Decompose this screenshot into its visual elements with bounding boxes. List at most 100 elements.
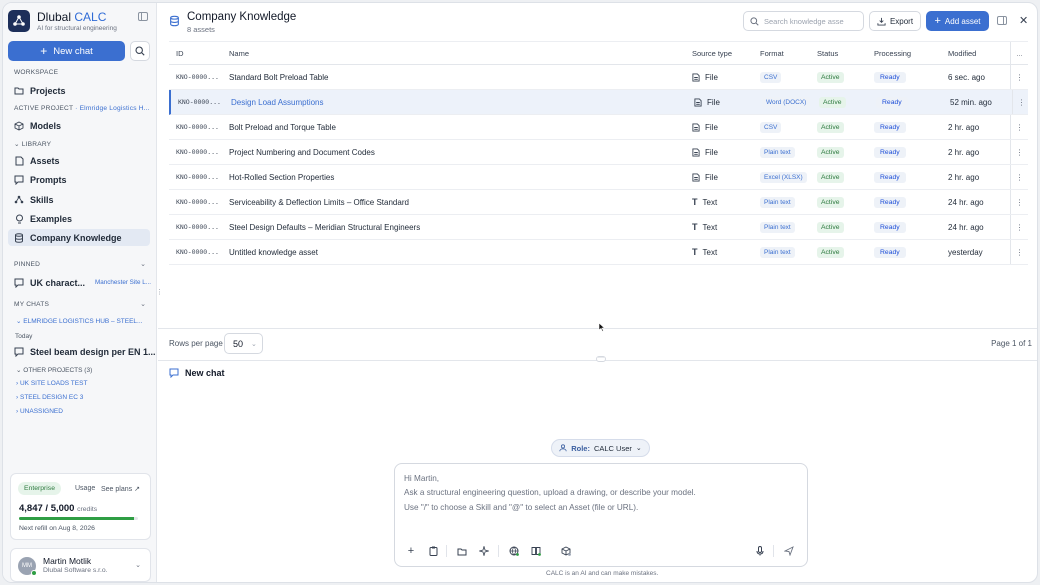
- modified-time: 2 hr. ago: [948, 172, 980, 182]
- col-name[interactable]: Name: [229, 42, 249, 64]
- table-row[interactable]: KNO-0000... Steel Design Defaults – Merid…: [169, 215, 1028, 240]
- chevron-down-icon[interactable]: ⌄: [140, 260, 146, 268]
- row-actions-button[interactable]: ⋮: [1012, 90, 1030, 114]
- more-vertical-icon: ⋮: [1017, 97, 1026, 107]
- table-row[interactable]: KNO-0000... Standard Bolt Preload Table Fi…: [169, 65, 1028, 90]
- more-vertical-icon: ⋮: [1015, 197, 1024, 207]
- split-resize-handle[interactable]: ···: [596, 355, 606, 362]
- app-brand: Dlubal CALC: [37, 10, 107, 24]
- chevron-down-icon: ⌄: [135, 562, 141, 569]
- row-actions-button[interactable]: ⋮: [1010, 165, 1028, 189]
- rows-per-page-label: Rows per page: [169, 339, 223, 348]
- more-vertical-icon: ⋮: [1015, 72, 1024, 82]
- clipboard-button[interactable]: [425, 543, 441, 559]
- usage-link[interactable]: Usage: [75, 485, 95, 492]
- asset-name[interactable]: Bolt Preload and Torque Table: [229, 115, 336, 139]
- current-project-group[interactable]: ⌄ ELMRIDGE LOGISTICS HUB – STEEL...: [16, 317, 142, 325]
- table-row[interactable]: KNO-0000... Hot-Rolled Section Properties…: [169, 165, 1028, 190]
- source-type: File: [692, 115, 718, 139]
- row-actions-button[interactable]: ⋮: [1010, 190, 1028, 214]
- voice-input-button[interactable]: [752, 543, 768, 559]
- role-selector[interactable]: Role: CALC User ⌄: [551, 439, 650, 457]
- asset-name[interactable]: Hot-Rolled Section Properties: [229, 165, 334, 189]
- user-menu[interactable]: MM Martin Motlik Dlubal Software s.r.o. …: [10, 548, 151, 582]
- processing-badge: Ready: [874, 215, 906, 239]
- other-projects-group[interactable]: ⌄ OTHER PROJECTS (3): [16, 366, 92, 374]
- sidebar-item-projects[interactable]: Projects: [8, 82, 150, 99]
- col-actions[interactable]: ...: [1010, 42, 1028, 64]
- asset-name[interactable]: Serviceability & Deflection Limits – Off…: [229, 190, 409, 214]
- rows-per-page-select[interactable]: 50 ⌄: [224, 333, 263, 354]
- skills-button[interactable]: [476, 543, 492, 559]
- lightbulb-icon: [14, 214, 24, 224]
- format-badge: Plain text: [760, 190, 795, 214]
- sidebar-item-skills[interactable]: Skills: [8, 191, 150, 208]
- export-button[interactable]: Export: [869, 11, 921, 31]
- col-id[interactable]: ID: [176, 42, 184, 64]
- knowledge-toggle[interactable]: [528, 543, 544, 559]
- col-modified[interactable]: Modified: [948, 42, 976, 64]
- open-folder-button[interactable]: [454, 543, 470, 559]
- col-status[interactable]: Status: [817, 42, 838, 64]
- cube-icon: [561, 546, 571, 556]
- row-actions-button[interactable]: ⋮: [1010, 65, 1028, 89]
- add-attachment-button[interactable]: +: [403, 543, 419, 559]
- search-input[interactable]: [764, 16, 859, 26]
- app-logo[interactable]: [8, 10, 30, 32]
- asset-name[interactable]: Untitled knowledge asset: [229, 240, 318, 264]
- project-item-steel-design[interactable]: › STEEL DESIGN EC 3: [16, 394, 83, 401]
- sidebar-search-button[interactable]: [130, 41, 150, 61]
- text-type-icon: T: [692, 222, 698, 232]
- sidebar-item-models[interactable]: Models: [8, 117, 150, 134]
- knowledge-search[interactable]: [743, 11, 864, 31]
- see-plans-link[interactable]: See plans ↗: [101, 485, 140, 493]
- collapse-sidebar-icon[interactable]: [138, 12, 148, 21]
- project-item-uk-site-loads[interactable]: › UK SITE LOADS TEST: [16, 380, 87, 387]
- close-icon[interactable]: ✕: [1019, 14, 1028, 27]
- asset-id: KNO-0000...: [176, 248, 219, 256]
- table-row[interactable]: KNO-0000... Design Load Assumptions File Wo…: [169, 90, 1028, 115]
- sidebar-item-assets[interactable]: Assets: [8, 152, 150, 169]
- table-row[interactable]: KNO-0000... Serviceability & Deflection L…: [169, 190, 1028, 215]
- active-project-label: ACTIVE PROJECT · Elmridge Logistics H...: [14, 105, 150, 112]
- sidebar-item-prompts[interactable]: Prompts: [8, 171, 150, 188]
- credits-count: 4,847 / 5,000 credits: [19, 503, 98, 514]
- table-row[interactable]: KNO-0000... Project Numbering and Documen…: [169, 140, 1028, 165]
- toggle-panel-icon[interactable]: [997, 16, 1007, 25]
- new-chat-button[interactable]: + New chat: [8, 41, 125, 61]
- sidebar-item-company-knowledge[interactable]: Company Knowledge: [8, 229, 150, 246]
- table-row[interactable]: KNO-0000... Untitled knowledge asset T Text…: [169, 240, 1028, 265]
- web-search-toggle[interactable]: [506, 543, 522, 559]
- pinned-section-label: PINNED: [14, 261, 41, 268]
- sidebar-item-examples[interactable]: Examples: [8, 210, 150, 227]
- status-badge: Active: [817, 240, 844, 264]
- asset-name[interactable]: Standard Bolt Preload Table: [229, 65, 328, 89]
- col-source-type[interactable]: Source type: [692, 42, 732, 64]
- plus-icon: +: [934, 15, 941, 27]
- pinned-chat-item[interactable]: UK charact... Manchester Site L...: [8, 274, 151, 291]
- resize-handle-icon[interactable]: ⋮: [156, 289, 163, 301]
- chat-composer[interactable]: Hi Martin, Ask a structural engineering …: [394, 463, 808, 567]
- table-row[interactable]: KNO-0000... Bolt Preload and Torque Table…: [169, 115, 1028, 140]
- row-actions-button[interactable]: ⋮: [1010, 215, 1028, 239]
- row-actions-button[interactable]: ⋮: [1010, 115, 1028, 139]
- more-vertical-icon: ⋮: [1015, 122, 1024, 132]
- asset-name[interactable]: Project Numbering and Document Codes: [229, 140, 375, 164]
- text-type-icon: T: [692, 247, 698, 257]
- col-format[interactable]: Format: [760, 42, 784, 64]
- asset-name[interactable]: Design Load Assumptions: [231, 90, 324, 114]
- plus-icon: +: [40, 44, 48, 58]
- model-toggle[interactable]: [558, 543, 574, 559]
- chevron-down-icon[interactable]: ⌄: [140, 300, 146, 308]
- col-processing[interactable]: Processing: [874, 42, 911, 64]
- send-button[interactable]: [781, 543, 797, 559]
- row-actions-button[interactable]: ⋮: [1010, 240, 1028, 264]
- prompt-icon: [14, 175, 24, 185]
- format-badge: Excel (XLSX): [760, 165, 807, 189]
- asset-name[interactable]: Steel Design Defaults – Meridian Structu…: [229, 215, 420, 239]
- add-asset-button[interactable]: + Add asset: [926, 11, 989, 31]
- plan-card: Enterprise Usage See plans ↗ 4,847 / 5,0…: [10, 473, 151, 540]
- chat-item-steel-beam[interactable]: Steel beam design per EN 1...: [8, 343, 156, 360]
- row-actions-button[interactable]: ⋮: [1010, 140, 1028, 164]
- project-item-unassigned[interactable]: › UNASSIGNED: [16, 408, 63, 415]
